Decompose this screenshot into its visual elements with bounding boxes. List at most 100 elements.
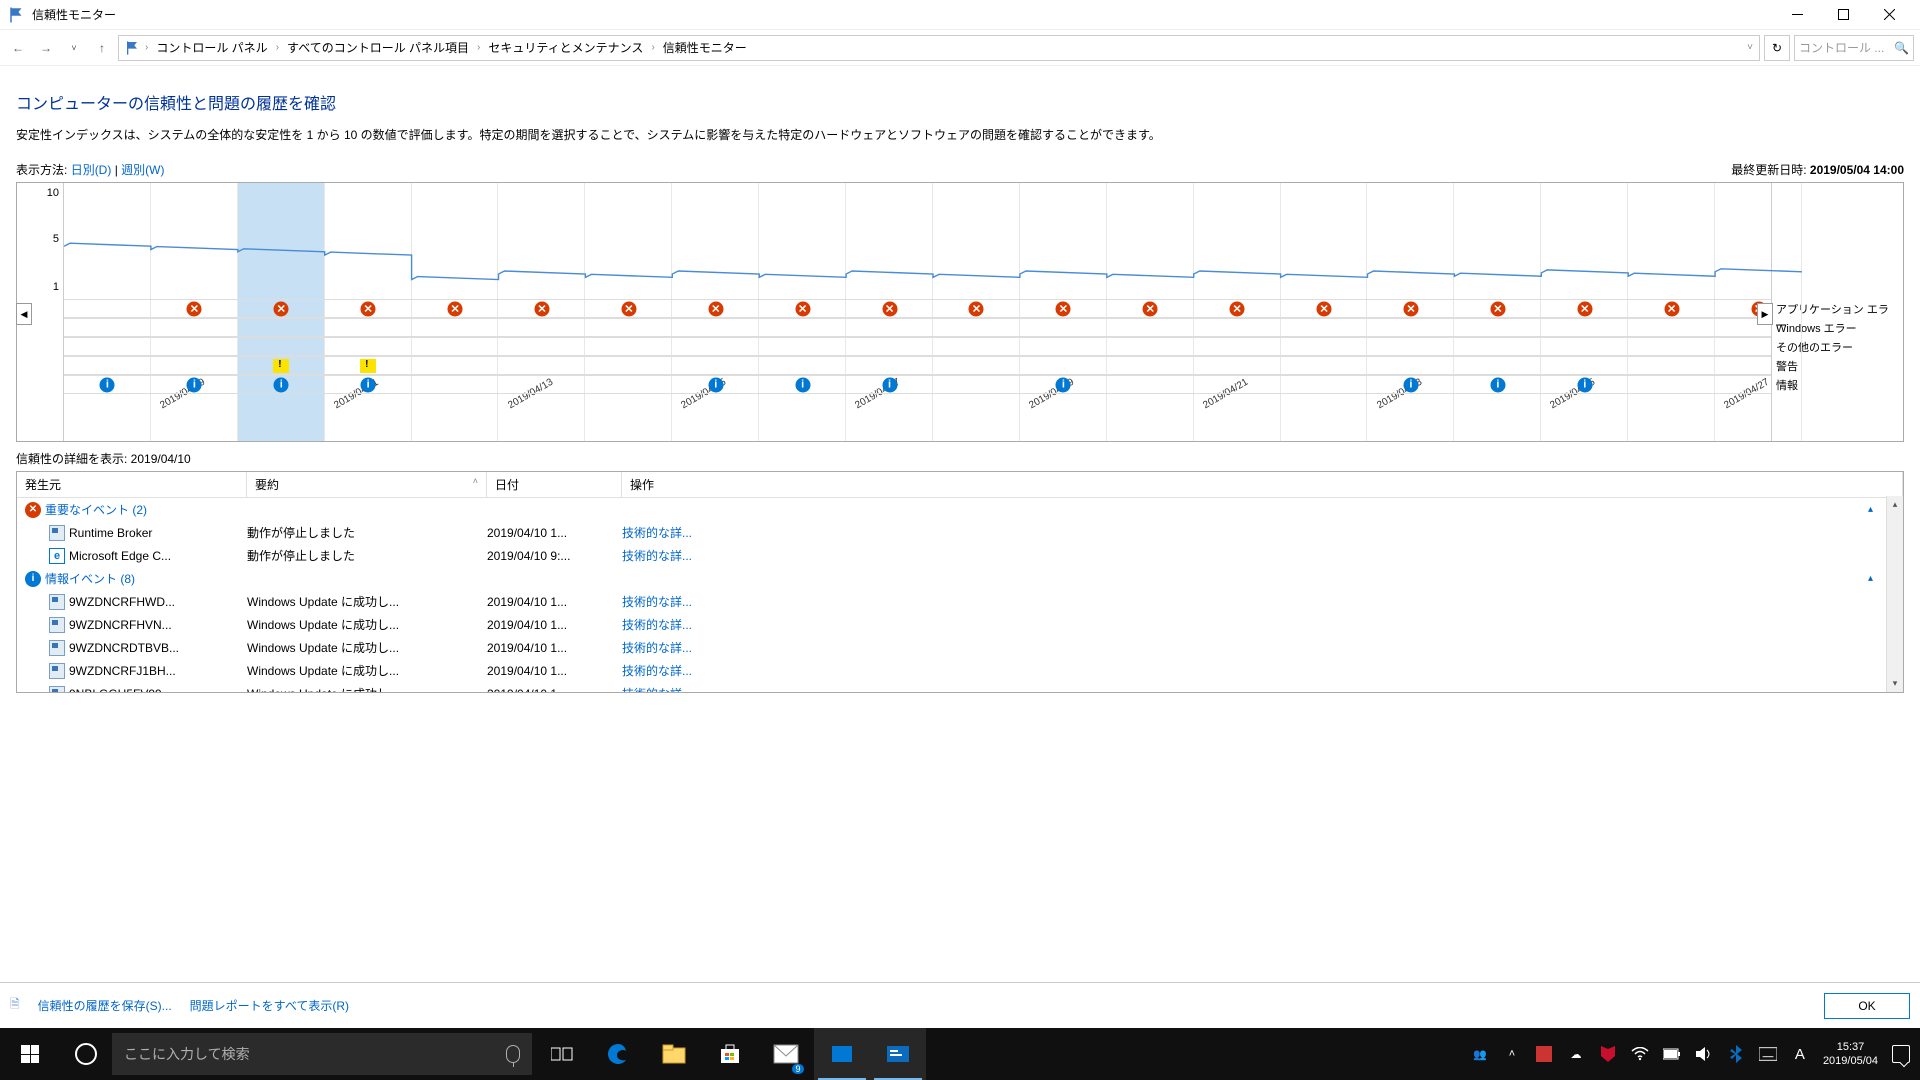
group-info[interactable]: i 情報イベント (8) ▴ xyxy=(17,567,1903,590)
warn-marker-icon[interactable] xyxy=(273,359,289,373)
onedrive-icon[interactable]: ☁ xyxy=(1567,1045,1585,1063)
info-marker-icon[interactable]: i xyxy=(1403,377,1418,392)
table-row[interactable]: Runtime Broker動作が停止しました2019/04/10 1...技術… xyxy=(17,521,1903,544)
touchkbd-icon[interactable] xyxy=(1759,1045,1777,1063)
info-marker-icon[interactable]: i xyxy=(1490,377,1505,392)
wifi-icon[interactable] xyxy=(1631,1045,1649,1063)
details-scrollbar[interactable]: ▴ ▾ xyxy=(1886,496,1903,692)
scroll-right-button[interactable]: ▶ xyxy=(1757,303,1773,325)
table-row[interactable]: eMicrosoft Edge C...動作が停止しました2019/04/10 … xyxy=(17,544,1903,567)
view-all-reports-link[interactable]: 問題レポートをすべて表示(R) xyxy=(190,997,349,1014)
collapse-icon[interactable]: ▴ xyxy=(1868,573,1873,584)
notification-icon[interactable] xyxy=(1892,1045,1910,1063)
info-marker-icon[interactable]: i xyxy=(1577,377,1592,392)
volume-icon[interactable] xyxy=(1695,1045,1713,1063)
recent-dropdown[interactable]: ˅ xyxy=(62,36,86,60)
up-button[interactable]: ↑ xyxy=(90,36,114,60)
col-action[interactable]: 操作 xyxy=(622,472,1903,497)
err-marker-icon[interactable]: ✕ xyxy=(882,301,897,316)
table-row[interactable]: 9WZDNCRFJ1BH...Windows Update に成功し...201… xyxy=(17,659,1903,682)
err-marker-icon[interactable]: ✕ xyxy=(621,301,636,316)
scroll-down-icon[interactable]: ▾ xyxy=(1887,675,1903,692)
chevron-down-icon[interactable]: ˅ xyxy=(1747,42,1753,53)
err-marker-icon[interactable]: ✕ xyxy=(969,301,984,316)
explorer-icon[interactable] xyxy=(646,1028,702,1080)
view-weekly-link[interactable]: 週別(W) xyxy=(121,163,164,177)
crumb-security[interactable]: セキュリティとメンテナンス xyxy=(484,39,647,56)
info-marker-icon[interactable]: i xyxy=(795,377,810,392)
tray-overflow-icon[interactable]: ˄ xyxy=(1503,1045,1521,1063)
app-task-icon-2[interactable] xyxy=(870,1028,926,1080)
mcafee-icon[interactable] xyxy=(1599,1045,1617,1063)
mail-icon[interactable]: 9 xyxy=(758,1028,814,1080)
power-icon[interactable] xyxy=(1663,1045,1681,1063)
table-row[interactable]: 9WZDNCRFHVN...Windows Update に成功し...2019… xyxy=(17,613,1903,636)
forward-button[interactable]: → xyxy=(34,36,58,60)
err-marker-icon[interactable]: ✕ xyxy=(1317,301,1332,316)
breadcrumb[interactable]: › コントロール パネル › すべてのコントロール パネル項目 › セキュリティ… xyxy=(118,35,1760,61)
info-marker-icon[interactable]: i xyxy=(361,377,376,392)
table-row[interactable]: 9WZDNCRFHWD...Windows Update に成功し...2019… xyxy=(17,590,1903,613)
err-marker-icon[interactable]: ✕ xyxy=(1403,301,1418,316)
err-marker-icon[interactable]: ✕ xyxy=(1143,301,1158,316)
scroll-up-icon[interactable]: ▴ xyxy=(1887,496,1903,513)
maximize-button[interactable] xyxy=(1820,0,1866,30)
save-history-link[interactable]: 信頼性の履歴を保存(S)... xyxy=(38,997,172,1014)
details-link[interactable]: 技術的な詳... xyxy=(622,547,692,564)
taskbar-search[interactable]: ここに入力して検索 xyxy=(112,1033,532,1075)
reliability-chart[interactable]: 10 5 1 2019/04/092019/04/112019/04/13201… xyxy=(16,182,1904,442)
edge-icon[interactable] xyxy=(590,1028,646,1080)
refresh-button[interactable]: ↻ xyxy=(1764,35,1790,61)
err-marker-icon[interactable]: ✕ xyxy=(1490,301,1505,316)
info-marker-icon[interactable]: i xyxy=(708,377,723,392)
err-marker-icon[interactable]: ✕ xyxy=(1664,301,1679,316)
err-marker-icon[interactable]: ✕ xyxy=(795,301,810,316)
err-marker-icon[interactable]: ✕ xyxy=(361,301,376,316)
bluetooth-icon[interactable] xyxy=(1727,1045,1745,1063)
minimize-button[interactable] xyxy=(1774,0,1820,30)
chart-plot-area[interactable]: 2019/04/092019/04/112019/04/132019/04/15… xyxy=(63,183,1771,441)
details-link[interactable]: 技術的な詳... xyxy=(622,639,692,656)
crumb-reliability[interactable]: 信頼性モニター xyxy=(659,39,751,56)
err-marker-icon[interactable]: ✕ xyxy=(448,301,463,316)
tray-app-icon[interactable] xyxy=(1535,1045,1553,1063)
scroll-left-button[interactable]: ◀ xyxy=(16,303,32,325)
mic-icon[interactable] xyxy=(506,1045,520,1063)
table-row[interactable]: 9WZDNCRDTBVB...Windows Update に成功し...201… xyxy=(17,636,1903,659)
close-button[interactable] xyxy=(1866,0,1912,30)
table-row[interactable]: 9NBLGGH5FV99Windows Update に成功し2019/04/1… xyxy=(17,682,1903,693)
view-daily-link[interactable]: 日別(D) xyxy=(71,163,112,177)
col-date[interactable]: 日付 xyxy=(487,472,622,497)
group-critical[interactable]: ✕ 重要なイベント (2) ▴ xyxy=(17,498,1903,521)
back-button[interactable]: ← xyxy=(6,36,30,60)
clock[interactable]: 15:372019/05/04 xyxy=(1823,1040,1878,1069)
err-marker-icon[interactable]: ✕ xyxy=(274,301,289,316)
err-marker-icon[interactable]: ✕ xyxy=(187,301,202,316)
col-summary[interactable]: 要約 ˄ xyxy=(247,472,487,497)
people-icon[interactable]: 👥 xyxy=(1471,1045,1489,1063)
details-link[interactable]: 技術的な詳... xyxy=(622,616,692,633)
info-marker-icon[interactable]: i xyxy=(1056,377,1071,392)
crumb-control-panel[interactable]: コントロール パネル xyxy=(152,39,271,56)
warn-marker-icon[interactable] xyxy=(360,359,376,373)
cortana-button[interactable] xyxy=(60,1028,112,1080)
info-marker-icon[interactable]: i xyxy=(274,377,289,392)
ime-icon[interactable]: A xyxy=(1791,1045,1809,1063)
crumb-all-items[interactable]: すべてのコントロール パネル項目 xyxy=(283,39,473,56)
col-source[interactable]: 発生元 xyxy=(17,472,247,497)
err-marker-icon[interactable]: ✕ xyxy=(534,301,549,316)
store-icon[interactable] xyxy=(702,1028,758,1080)
details-link[interactable]: 技術的な詳... xyxy=(622,524,692,541)
err-marker-icon[interactable]: ✕ xyxy=(708,301,723,316)
info-marker-icon[interactable]: i xyxy=(100,377,115,392)
details-link[interactable]: 技術的な詳... xyxy=(622,662,692,679)
err-marker-icon[interactable]: ✕ xyxy=(1056,301,1071,316)
start-button[interactable] xyxy=(0,1028,60,1080)
details-link[interactable]: 技術的な詳... xyxy=(622,685,692,693)
app-task-icon[interactable] xyxy=(814,1028,870,1080)
ok-button[interactable]: OK xyxy=(1824,993,1910,1019)
err-marker-icon[interactable]: ✕ xyxy=(1230,301,1245,316)
err-marker-icon[interactable]: ✕ xyxy=(1577,301,1592,316)
info-marker-icon[interactable]: i xyxy=(882,377,897,392)
task-view-button[interactable] xyxy=(534,1028,590,1080)
